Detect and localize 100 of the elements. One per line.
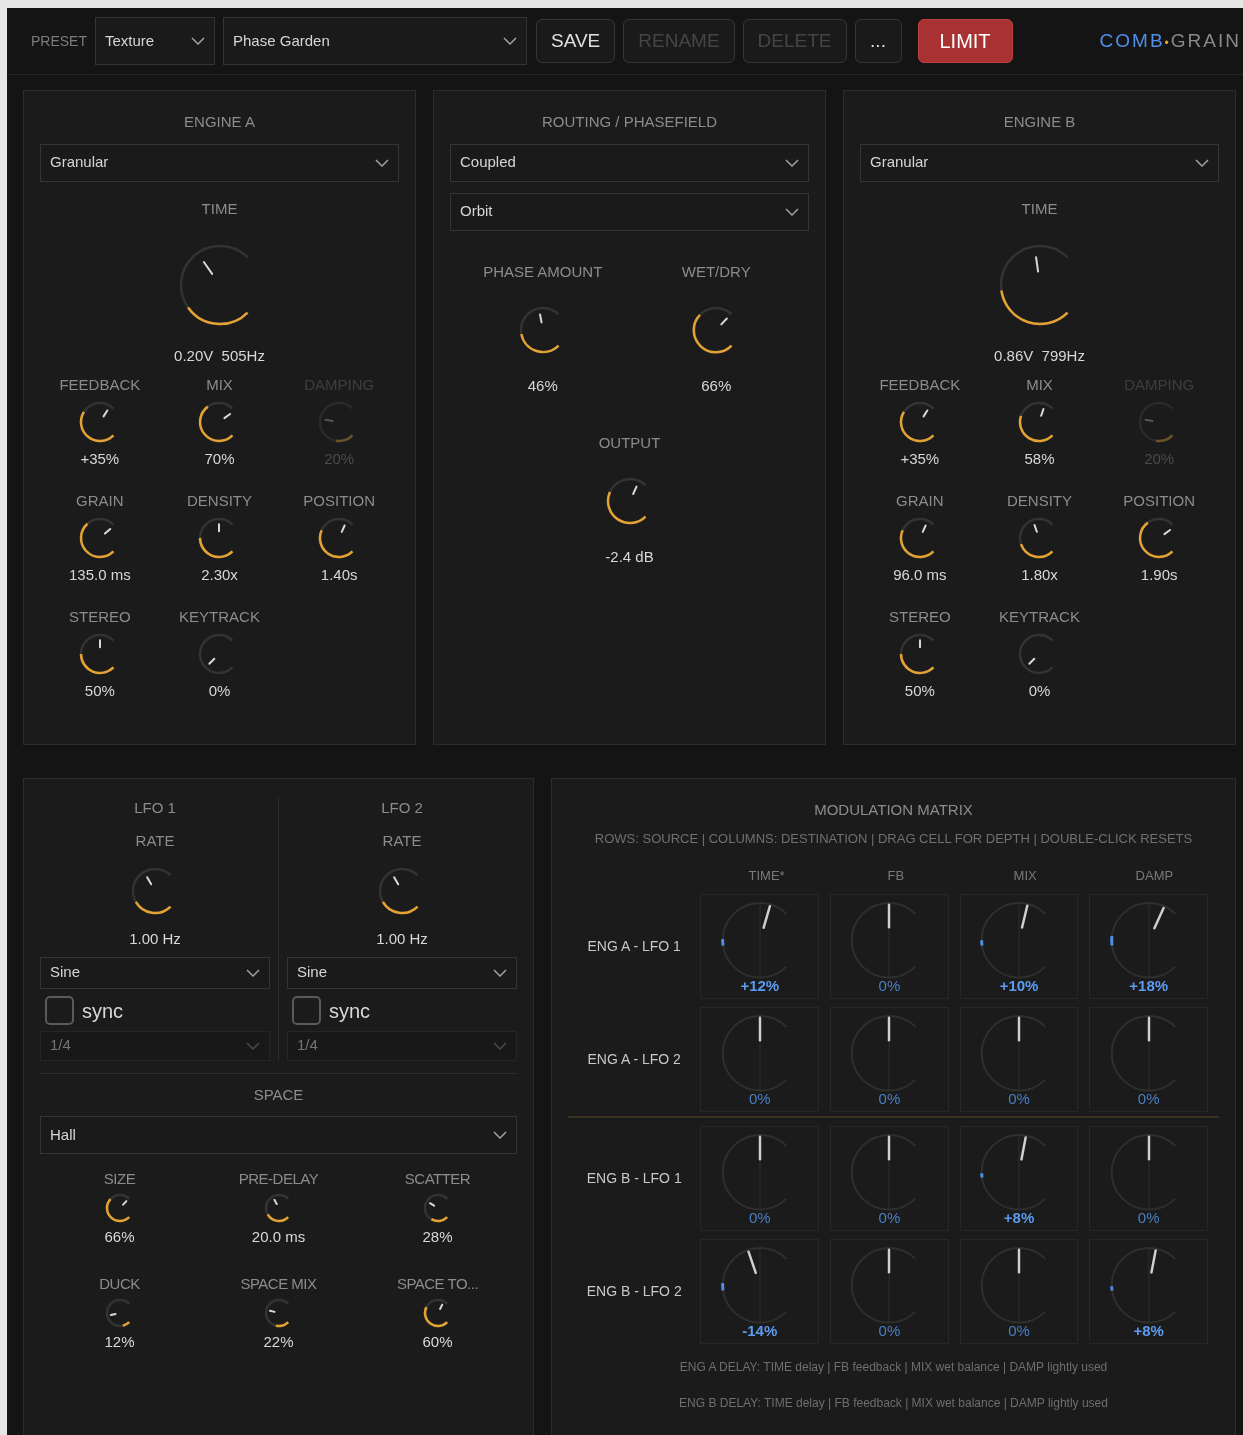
hint-text: ROWS: SOURCE | COLUMNS: DESTINATION | DRAG CELL FOR DEPTH | DOUBLE-CLICK RESETS	[594, 829, 1193, 848]
limit-button[interactable]: LIMIT	[917, 19, 1013, 63]
panel-title: MODULATION MATRIX	[814, 800, 973, 820]
knob-value: +35%	[900, 449, 940, 468]
knob-label: OUTPUT	[598, 432, 661, 453]
matrix-cell[interactable]: 0%	[700, 1006, 820, 1112]
matrix-cell[interactable]: 0%	[959, 1006, 1079, 1112]
chevron-down-icon	[493, 1041, 507, 1050]
sync-label: sync	[329, 998, 371, 1024]
depth-value: +8%	[1133, 1321, 1164, 1341]
chevron-down-icon	[493, 1131, 507, 1139]
matrix-cell[interactable]: +10%	[959, 893, 1079, 999]
matrix-cell[interactable]: -14%	[700, 1238, 820, 1344]
section-title: SPACE	[253, 1084, 304, 1105]
preset-label: PRESET	[31, 31, 87, 51]
matrix-cell[interactable]: +8%	[959, 1125, 1079, 1231]
knob-label: GRAIN	[896, 491, 944, 510]
knob-label: FEEDBACK	[59, 375, 141, 394]
dropdown[interactable]: Granular	[40, 143, 399, 182]
column-header: TIME*	[748, 867, 785, 885]
knob-label: KEYTRACK	[179, 607, 260, 626]
dropdown[interactable]: Sine	[40, 956, 270, 989]
knob-label: DUCK	[99, 1275, 140, 1293]
depth-value: 0%	[878, 1321, 901, 1341]
knob-label: POSITION	[1123, 491, 1195, 510]
knob-value: 2.30x	[201, 565, 238, 584]
toolbar-button[interactable]: ...	[854, 19, 902, 63]
panel-title: ENGINE A	[184, 112, 255, 132]
column-header: DAMP	[1135, 867, 1174, 885]
knob-value: 1.40s	[320, 565, 358, 584]
matrix-cell[interactable]: 0%	[830, 1125, 949, 1231]
depth-value: 0%	[748, 1089, 771, 1109]
dropdown[interactable]: Phase Garden	[223, 17, 527, 65]
knob-value: 50%	[904, 681, 935, 700]
knob-label: SPACE TO...	[396, 1275, 479, 1293]
matrix-cell[interactable]: 0%	[700, 1125, 820, 1231]
knob-value: 135.0 ms	[68, 565, 131, 584]
panel-title: ROUTING / PHASEFIELD	[542, 112, 717, 132]
knob-value: 66%	[701, 376, 732, 396]
knob-value: 22%	[263, 1333, 294, 1351]
knob-label: RATE	[382, 830, 422, 851]
depth-value: +18%	[1129, 976, 1169, 996]
chevron-down-icon	[191, 37, 205, 45]
row-label: ENG B - LFO 2	[586, 1281, 682, 1301]
knob-value: 96.0 ms	[893, 565, 947, 584]
checkbox[interactable]	[45, 996, 74, 1025]
knob-label: MIX	[1026, 375, 1053, 394]
knob-label: DENSITY	[187, 491, 252, 510]
legend-note: ENG A DELAY: TIME delay | FB feedback | MIX wet balance | DAMP lightly used	[679, 1358, 1108, 1376]
dropdown[interactable]: Granular	[860, 143, 1219, 182]
depth-value: 0%	[1137, 1089, 1160, 1109]
matrix-cell[interactable]: 0%	[830, 893, 949, 999]
knob-value: 46%	[527, 376, 558, 396]
knob-value: 0.86V 799Hz	[994, 346, 1085, 366]
dropdown[interactable]: Orbit	[450, 192, 809, 231]
knob-value: 58%	[1024, 449, 1055, 468]
knob-label: TIME	[1021, 198, 1058, 219]
knob-value: 0.20V 505Hz	[174, 346, 265, 366]
dropdown[interactable]: Texture	[95, 17, 215, 65]
matrix-cell[interactable]: +12%	[700, 893, 820, 999]
knob-label: PHASE AMOUNT	[483, 261, 603, 282]
matrix-cell[interactable]: +18%	[1089, 893, 1208, 999]
matrix-cell[interactable]: 0%	[830, 1238, 949, 1344]
knob-value: -2.4 dB	[605, 547, 654, 567]
knob-value: 66%	[104, 1228, 135, 1246]
knob-label: GRAIN	[76, 491, 124, 510]
knob-value: 1.00 Hz	[376, 929, 428, 949]
matrix-cell[interactable]: 0%	[1089, 1006, 1208, 1112]
matrix-cell[interactable]: 0%	[1089, 1125, 1208, 1231]
dropdown[interactable]: Hall	[40, 1116, 517, 1154]
panel-title: ENGINE B	[1003, 112, 1076, 132]
knob-label: STEREO	[69, 607, 131, 626]
dropdown[interactable]: Sine	[287, 956, 517, 989]
legend-note: ENG B DELAY: TIME delay | FB feedback | MIX wet balance | DAMP lightly used	[679, 1394, 1108, 1412]
knob-value: 50%	[84, 681, 115, 700]
knob-label: TIME	[201, 198, 238, 219]
knob-label: SPACE MIX	[240, 1275, 317, 1293]
knob-value: 60%	[422, 1333, 453, 1351]
knob-label: FEEDBACK	[879, 375, 961, 394]
chevron-down-icon	[785, 207, 799, 216]
matrix-cell[interactable]: 0%	[830, 1006, 949, 1112]
chevron-down-icon	[246, 1041, 260, 1050]
matrix-cell[interactable]: 0%	[959, 1238, 1079, 1344]
chevron-down-icon	[785, 158, 799, 167]
dropdown[interactable]: Coupled	[450, 143, 809, 182]
lfo-title: LFO 2	[381, 798, 423, 818]
knob-value: 1.80x	[1021, 565, 1058, 584]
knob-label: DENSITY	[1007, 491, 1072, 510]
column-header: MIX	[1013, 867, 1037, 885]
toolbar-button[interactable]: SAVE	[536, 19, 616, 63]
checkbox[interactable]	[292, 996, 321, 1025]
depth-value: -14%	[742, 1321, 778, 1341]
knob-value: 12%	[104, 1333, 135, 1351]
sync-label: sync	[82, 998, 124, 1024]
matrix-cell[interactable]: +8%	[1089, 1238, 1208, 1344]
depth-value: 0%	[878, 1208, 901, 1228]
knob-label: KEYTRACK	[999, 607, 1080, 626]
depth-value: 0%	[1008, 1321, 1030, 1341]
knob-label: SCATTER	[404, 1170, 471, 1188]
knob-label: PRE-DELAY	[238, 1170, 319, 1188]
